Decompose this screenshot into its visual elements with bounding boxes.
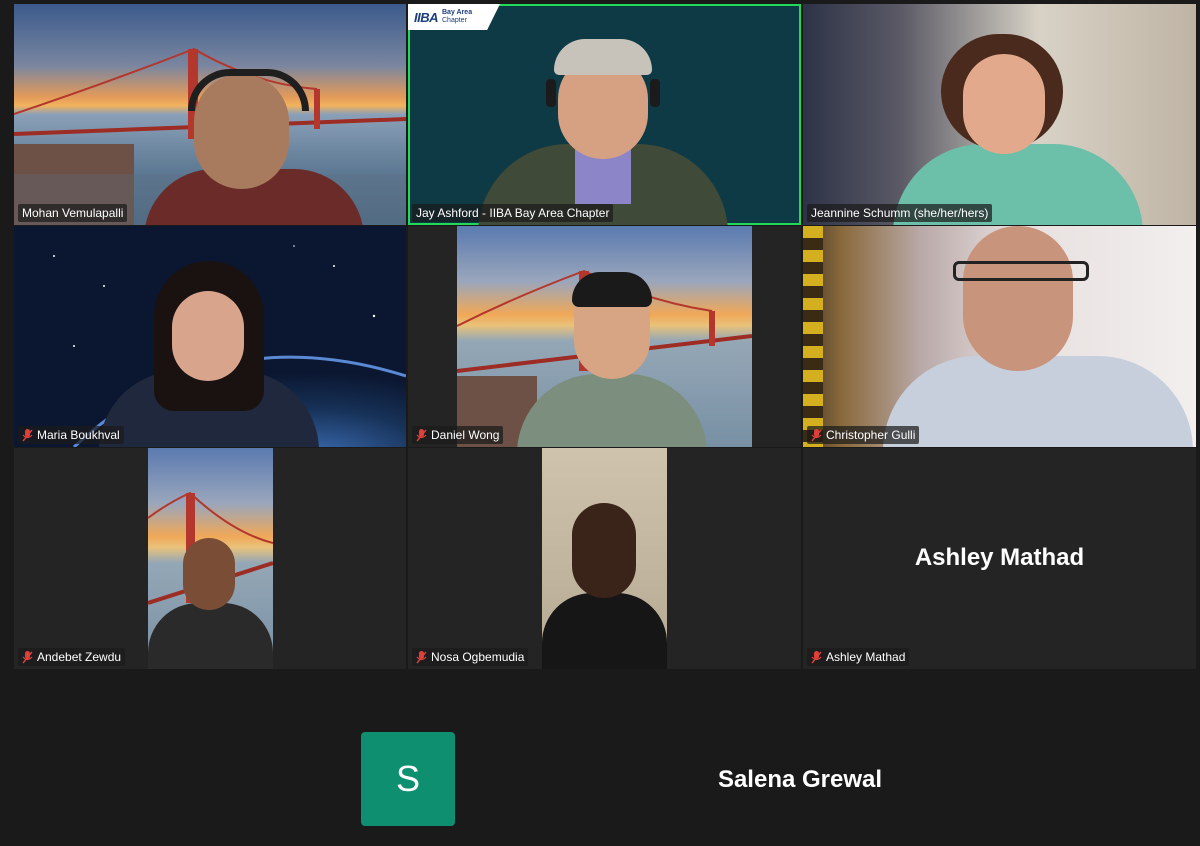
video-tile-maria[interactable]: Maria Boukhval [14, 226, 406, 447]
participant-figure [542, 503, 667, 669]
participant-name: Nosa Ogbemudia [431, 650, 525, 664]
video-tile-daniel[interactable]: Daniel Wong [408, 226, 801, 447]
muted-mic-icon [416, 428, 427, 441]
video-tile-nosa[interactable]: Nosa Ogbemudia [408, 448, 801, 669]
participant-figure [148, 538, 273, 669]
video-tile-christopher[interactable]: Christopher Gulli [803, 226, 1196, 447]
participant-name: Daniel Wong [431, 428, 500, 442]
name-tag: Ashley Mathad [807, 648, 910, 666]
participant-name: Ashley Mathad [826, 650, 906, 664]
participant-name: Maria Boukhval [37, 428, 120, 442]
participant-avatar[interactable]: S [361, 732, 455, 826]
muted-mic-icon [811, 428, 822, 441]
video-feed [457, 226, 752, 447]
logo-text: IIBA [414, 9, 439, 25]
name-tag: Jeannine Schumm (she/her/hers) [807, 204, 993, 222]
video-feed [14, 4, 406, 225]
video-tile-jeannine[interactable]: Jeannine Schumm (she/her/hers) [803, 4, 1196, 225]
muted-mic-icon [22, 428, 33, 441]
participant-figure [144, 69, 364, 225]
name-tag: Christopher Gulli [807, 426, 920, 444]
participant-figure [883, 226, 1193, 447]
video-feed [148, 448, 273, 669]
name-tag: Jay Ashford - IIBA Bay Area Chapter [412, 204, 614, 222]
video-feed [803, 226, 1196, 447]
video-tile-mohan[interactable]: Mohan Vemulapalli [14, 4, 406, 225]
logo-subtext-2: Chapter [442, 17, 467, 24]
muted-mic-icon [416, 650, 427, 663]
participant-display-name: Salena Grewal [717, 766, 883, 793]
video-tile-ashley-video-off[interactable]: Ashley Mathad Ashley Mathad [803, 448, 1196, 669]
participant-name: Andebet Zewdu [37, 650, 122, 664]
name-tag: Andebet Zewdu [18, 648, 126, 666]
name-tag: Mohan Vemulapalli [18, 204, 128, 222]
video-feed [14, 226, 406, 447]
participant-figure [893, 34, 1143, 225]
video-feed [803, 4, 1196, 225]
participant-name: Jay Ashford - IIBA Bay Area Chapter [416, 206, 610, 220]
video-tile-jay-active-speaker[interactable]: IIBA Bay Area Chapter Jay Ashford - IIBA… [408, 4, 801, 225]
participant-display-name: Ashley Mathad [914, 544, 1085, 571]
participant-name: Jeannine Schumm (she/her/hers) [811, 206, 989, 220]
participant-figure [512, 272, 712, 447]
name-tag: Daniel Wong [412, 426, 504, 444]
participant-figure [468, 34, 738, 225]
logo-subtext-1: Bay Area [442, 9, 473, 16]
participant-name: Mohan Vemulapalli [22, 206, 124, 220]
name-tag: Nosa Ogbemudia [412, 648, 529, 666]
participant-figure [99, 261, 319, 447]
muted-mic-icon [22, 650, 33, 663]
video-feed [542, 448, 667, 669]
name-tag: Maria Boukhval [18, 426, 124, 444]
video-tile-andebet[interactable]: Andebet Zewdu [14, 448, 406, 669]
muted-mic-icon [811, 650, 822, 663]
participant-name: Christopher Gulli [826, 428, 916, 442]
avatar-initial: S [395, 758, 420, 799]
iiba-logo: IIBA Bay Area Chapter [408, 4, 500, 30]
